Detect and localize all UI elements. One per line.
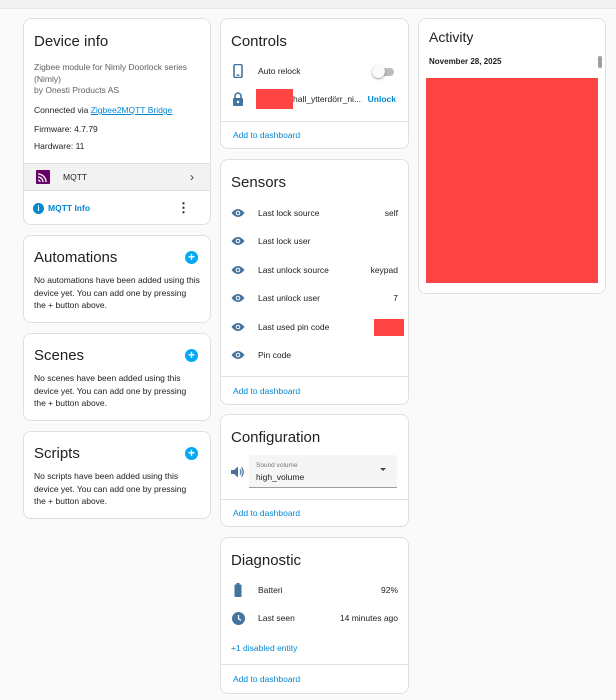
device-info-title: Device info: [34, 33, 109, 50]
scrollbar-thumb[interactable]: [598, 56, 602, 68]
diagnostic-add-to-dashboard[interactable]: Add to dashboard: [233, 674, 300, 684]
mqtt-integration-row[interactable]: MQTT ›: [24, 163, 210, 191]
connected-via: Connected via Zigbee2MQTT Bridge: [34, 105, 172, 115]
controls-title: Controls: [231, 33, 287, 50]
disabled-entity-link[interactable]: +1 disabled entity: [231, 643, 297, 653]
sensor-row[interactable]: Last lock source self: [221, 199, 408, 227]
sensors-add-to-dashboard[interactable]: Add to dashboard: [233, 386, 300, 396]
redacted-lock-name: [256, 89, 293, 109]
automations-card: Automations + No automations have been a…: [23, 235, 211, 323]
automations-title: Automations: [34, 249, 118, 266]
auto-relock-label: Auto relock: [258, 66, 301, 76]
sensor-label: Last unlock source: [258, 265, 329, 275]
activity-scrollbar[interactable]: [598, 56, 602, 289]
scripts-title: Scripts: [34, 445, 80, 462]
hardware-version: Hardware: 11: [34, 141, 85, 151]
device-model: Zigbee module for Nimly Doorlock series …: [34, 62, 188, 84]
select-floating-label: Sound volume: [256, 462, 298, 469]
configuration-add-to-dashboard[interactable]: Add to dashboard: [233, 508, 300, 518]
lock-row: hall_ytterdörr_ni... Unlock: [221, 85, 408, 113]
sensors-title: Sensors: [231, 174, 287, 191]
more-vert-icon[interactable]: ⋮: [177, 201, 190, 214]
last-seen-label: Last seen: [258, 613, 295, 623]
sensor-label: Last used pin code: [258, 322, 330, 332]
volume-icon: [231, 465, 245, 478]
lock-icon: [230, 91, 246, 107]
sensor-row[interactable]: Last unlock source keypad: [221, 256, 408, 284]
sensor-value: keypad: [370, 265, 398, 275]
connected-via-prefix: Connected via: [34, 105, 91, 115]
controls-divider: [221, 121, 408, 122]
firmware-version: Firmware: 4.7.79: [34, 124, 98, 134]
scenes-empty-text: No scenes have been added using this dev…: [34, 373, 187, 408]
device-manufacturer: by Onesti Products AS: [34, 85, 120, 95]
activity-title: Activity: [429, 29, 474, 45]
add-scene-button[interactable]: +: [185, 349, 198, 362]
configuration-divider: [221, 499, 408, 500]
lock-entity-label: hall_ytterdörr_ni...: [293, 94, 362, 104]
bridge-link[interactable]: Zigbee2MQTT Bridge: [91, 105, 173, 115]
controls-add-to-dashboard[interactable]: Add to dashboard: [233, 130, 300, 140]
eye-icon: [230, 290, 246, 306]
sensor-label: Pin code: [258, 350, 292, 360]
sensor-row[interactable]: Last lock user: [221, 227, 408, 255]
eye-icon: [230, 205, 246, 221]
sensor-row[interactable]: Last unlock user 7: [221, 284, 408, 312]
sensor-label: Last lock user: [258, 236, 311, 246]
scripts-empty-text: No scripts have been added using this de…: [34, 471, 187, 506]
diagnostic-title: Diagnostic: [231, 552, 302, 569]
device-info-card: Device info Zigbee module for Nimly Door…: [23, 18, 211, 225]
eye-icon: [230, 347, 246, 363]
controls-card: Controls Auto relock hall_ytterdörr_ni..…: [220, 18, 409, 149]
add-script-button[interactable]: +: [185, 447, 198, 460]
mqtt-info-button[interactable]: MQTT Info: [48, 203, 177, 213]
scripts-card: Scripts + No scripts have been added usi…: [23, 431, 211, 519]
sound-volume-select[interactable]: Sound volume high_volume: [249, 455, 397, 488]
unlock-button[interactable]: Unlock: [368, 94, 396, 104]
phone-icon: [230, 63, 246, 79]
scenes-card: Scenes + No scenes have been added using…: [23, 333, 211, 421]
diagnostic-card: Diagnostic Batteri 92% Last seen 14 minu…: [220, 537, 409, 694]
activity-date: November 28, 2025: [429, 57, 502, 66]
clock-icon: [230, 610, 246, 626]
scenes-title: Scenes: [34, 347, 85, 364]
eye-icon: [230, 262, 246, 278]
last-seen-value: 14 minutes ago: [339, 613, 398, 623]
eye-icon: [230, 319, 246, 335]
sensor-value: self: [384, 208, 398, 218]
sensor-value: 7: [393, 293, 398, 303]
sensor-label: Last unlock user: [258, 293, 320, 303]
mqtt-label: MQTT: [63, 172, 88, 182]
last-seen-row[interactable]: Last seen 14 minutes ago: [221, 604, 408, 632]
info-icon: i: [33, 202, 44, 214]
dropdown-arrow-icon: [380, 468, 386, 471]
sensor-row[interactable]: Last used pin code: [221, 313, 408, 341]
activity-redacted-log: [426, 78, 598, 283]
add-automation-button[interactable]: +: [185, 251, 198, 264]
auto-relock-row: Auto relock: [221, 57, 408, 85]
sensor-row[interactable]: Pin code: [221, 341, 408, 369]
battery-icon: [230, 582, 246, 598]
configuration-card: Configuration Sound volume high_volume A…: [220, 414, 409, 527]
battery-value: 92%: [380, 585, 398, 595]
diagnostic-divider: [221, 664, 408, 665]
eye-icon: [230, 233, 246, 249]
redacted-pin-value: [374, 318, 404, 336]
automations-empty-text: No automations have been added using thi…: [34, 275, 200, 310]
mqtt-info-row: i MQTT Info ⋮: [24, 197, 210, 219]
sensor-label: Last lock source: [258, 208, 320, 218]
select-value: high_volume: [256, 472, 305, 482]
sensors-divider: [221, 376, 408, 377]
configuration-title: Configuration: [231, 429, 321, 446]
battery-label: Batteri: [258, 585, 283, 595]
battery-row[interactable]: Batteri 92%: [221, 576, 408, 604]
chevron-right-icon: ›: [190, 170, 194, 184]
toggle-thumb: [372, 65, 385, 78]
sensors-card: Sensors Last lock source self Last lock …: [220, 159, 409, 405]
activity-card: Activity November 28, 2025: [418, 18, 606, 294]
mqtt-icon: [36, 170, 50, 184]
top-bar: [0, 0, 616, 9]
auto-relock-toggle[interactable]: [372, 65, 394, 78]
